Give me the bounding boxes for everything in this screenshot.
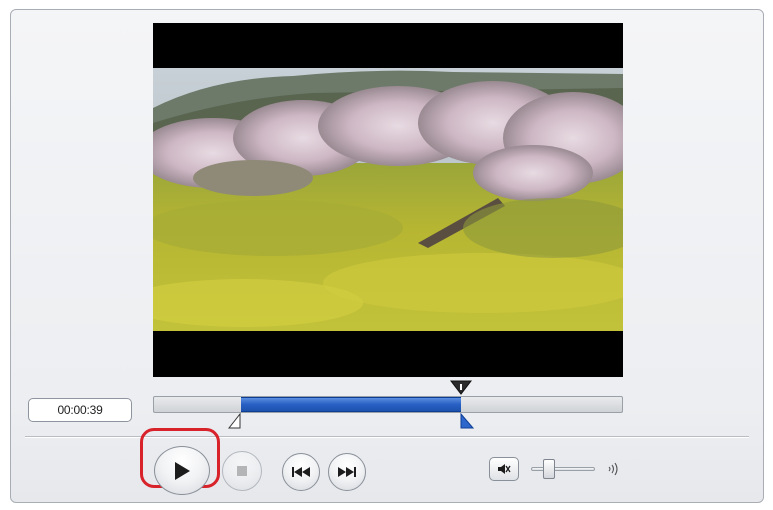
play-button[interactable] [154, 446, 210, 495]
next-button[interactable] [328, 453, 366, 491]
previous-button[interactable] [282, 453, 320, 491]
volume-slider-track[interactable] [531, 467, 595, 471]
timeline[interactable] [153, 379, 624, 435]
skip-previous-icon [292, 467, 310, 477]
trim-end-handle[interactable] [460, 413, 474, 429]
controls-divider [25, 436, 749, 437]
stop-icon [237, 466, 247, 476]
stop-button[interactable] [222, 451, 262, 491]
speaker-loud-icon [608, 462, 618, 476]
playhead-marker-icon[interactable] [449, 379, 472, 397]
speaker-mute-icon [498, 464, 511, 474]
skip-next-icon [338, 467, 356, 477]
play-icon [175, 461, 190, 480]
trim-selection-range[interactable] [240, 397, 461, 412]
trim-start-handle[interactable] [227, 413, 241, 429]
video-frame-image [153, 68, 623, 331]
mute-button[interactable] [489, 457, 519, 481]
video-viewport[interactable] [153, 23, 623, 377]
video-frame [153, 68, 623, 331]
current-time-display: 00:00:39 [28, 398, 132, 422]
volume-slider-thumb[interactable] [542, 459, 555, 479]
